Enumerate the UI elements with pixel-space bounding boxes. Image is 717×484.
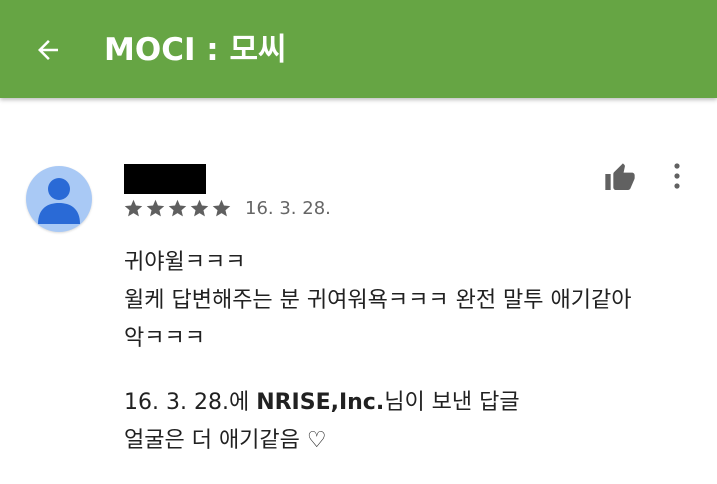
more-options-button[interactable] [662, 158, 692, 194]
thumb-up-icon [605, 163, 635, 190]
developer-name: NRISE,Inc. [256, 390, 385, 415]
star-icon [122, 196, 144, 220]
arrow-back-icon [38, 40, 58, 60]
reply-date: 16. 3. 28. [124, 390, 229, 415]
app-title: MOCI : 모씨 [104, 32, 287, 68]
review-body: 귀야윌ㅋㅋㅋ 윌케 답변해주는 분 귀여워욕ㅋㅋㅋ 완전 말투 애기같아 악ㅋㅋ… [124, 244, 694, 358]
review-line: 윌케 답변해주는 분 귀여워욕ㅋㅋㅋ 완전 말투 애기같아 [124, 288, 632, 313]
star-icon [210, 196, 232, 220]
reply-date-suffix: 에 [228, 390, 257, 415]
star-rating [122, 196, 232, 220]
developer-reply-header: 16. 3. 28.에 NRISE,Inc.님이 보낸 답글 [124, 384, 520, 422]
star-icon [188, 196, 210, 220]
person-icon [38, 178, 80, 224]
app-bar: MOCI : 모씨 [0, 0, 717, 98]
developer-reply-text: 얼굴은 더 애기같음 ♡ [124, 428, 327, 453]
more-vert-icon [674, 163, 680, 189]
star-icon [144, 196, 166, 220]
back-button[interactable] [24, 26, 72, 74]
reply-sent-label: 님이 보낸 답글 [384, 390, 520, 415]
review-line: 악ㅋㅋㅋ [124, 326, 205, 351]
star-icon [166, 196, 188, 220]
review-date: 16. 3. 28. [245, 198, 331, 219]
avatar [26, 166, 92, 232]
reviewer-name-redacted [124, 164, 206, 194]
review-line: 귀야윌ㅋㅋㅋ [124, 250, 246, 275]
helpful-button[interactable] [602, 160, 638, 196]
